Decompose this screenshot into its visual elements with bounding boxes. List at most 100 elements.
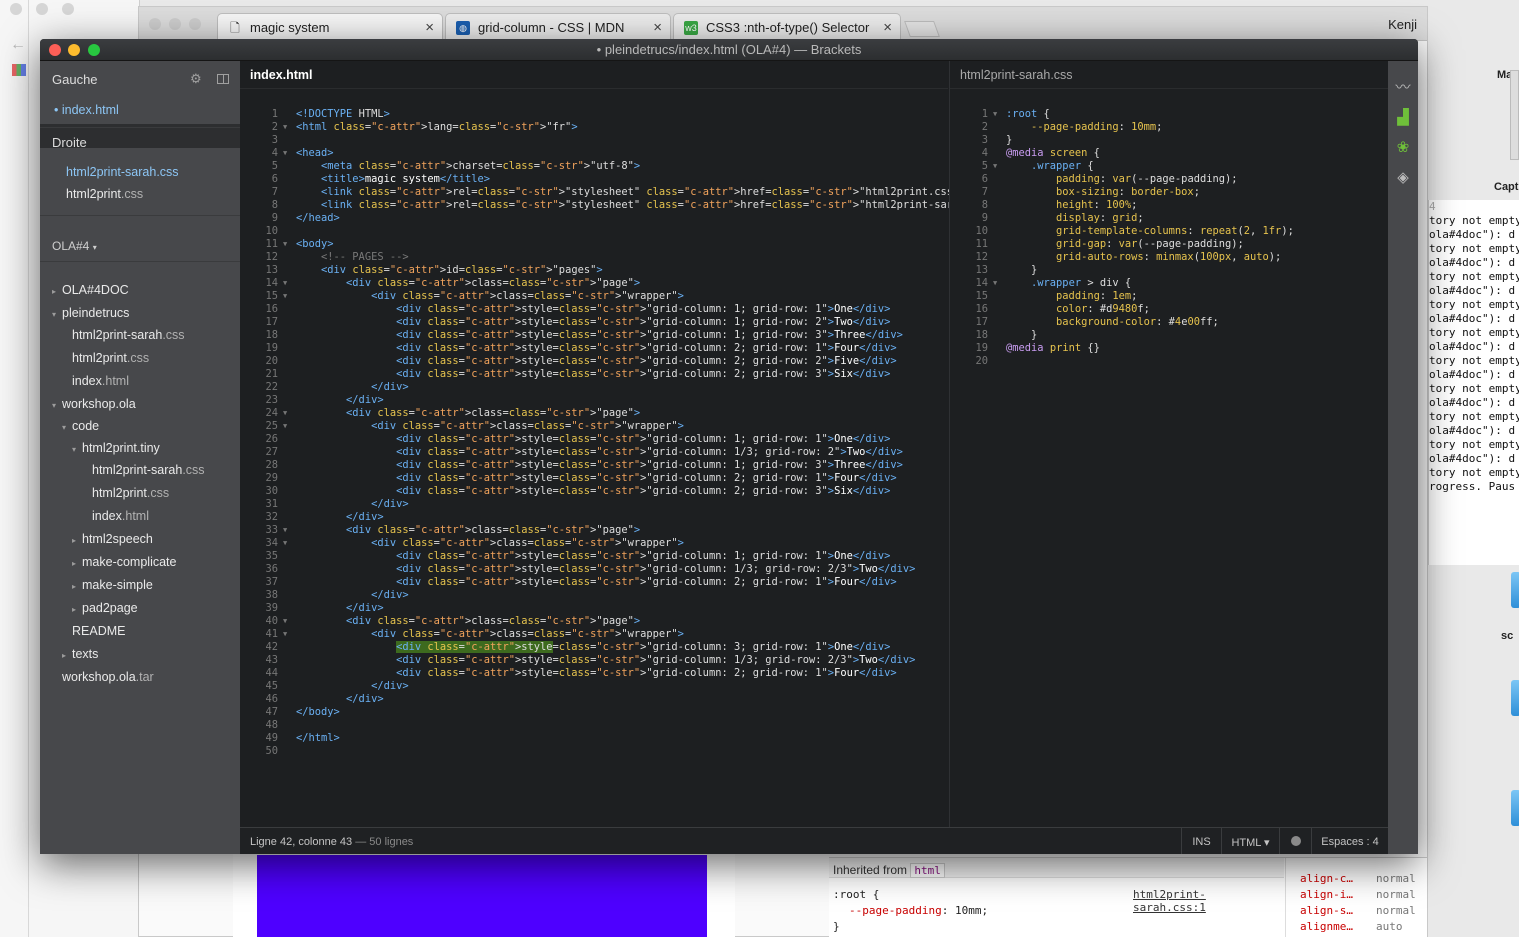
back-arrow-icon[interactable]: ← <box>10 36 26 54</box>
fold-arrow-icon[interactable]: ▼ <box>283 524 287 537</box>
new-tab-button[interactable] <box>904 21 940 37</box>
line-number: 23 <box>265 394 278 406</box>
computed-styles: align-c… normal align-i… normal align-s… no… <box>1285 858 1427 937</box>
css-property[interactable]: --page-padding <box>849 904 942 917</box>
line-number: 4 <box>271 147 278 159</box>
tree-file[interactable]: index.html <box>72 374 129 388</box>
tree-folder[interactable]: workshop.ola <box>62 397 136 411</box>
fold-arrow-icon[interactable]: ▼ <box>283 407 287 420</box>
folder-icon[interactable] <box>1511 790 1519 826</box>
line-number: 37 <box>265 576 278 588</box>
apps-grid-icon[interactable] <box>12 64 26 76</box>
tree-folder[interactable]: make-simple <box>82 578 153 592</box>
inherited-tag[interactable]: html <box>910 863 945 878</box>
expand-arrow-icon[interactable]: ▸ <box>72 559 76 568</box>
line-number: 1 <box>981 108 988 120</box>
insert-mode-toggle[interactable]: INS <box>1181 828 1221 854</box>
expand-arrow-icon[interactable]: ▾ <box>62 423 66 432</box>
extension-manager-icon[interactable]: ▟ <box>1394 109 1412 127</box>
fold-arrow-icon[interactable]: ▼ <box>283 238 287 251</box>
layers-icon[interactable]: ◈ <box>1394 169 1412 187</box>
folder-icon[interactable] <box>1511 680 1519 716</box>
fold-arrow-icon[interactable]: ▼ <box>283 615 287 628</box>
expand-arrow-icon[interactable]: ▸ <box>72 536 76 545</box>
editor-pane-right[interactable]: html2print-sarah.css 1 ▼:root {2 --page-p… <box>949 61 1388 827</box>
tree-folder[interactable]: html2speech <box>82 532 153 546</box>
line-number: 43 <box>265 654 278 666</box>
fold-arrow-icon[interactable]: ▼ <box>283 121 287 134</box>
tree-folder[interactable]: html2print.tiny <box>82 441 160 455</box>
tree-folder[interactable]: pleindetrucs <box>62 306 129 320</box>
expand-arrow-icon[interactable]: ▸ <box>72 605 76 614</box>
live-preview-icon[interactable]: 〰 <box>1394 79 1412 97</box>
tree-folder[interactable]: make-complicate <box>82 555 176 569</box>
line-number: 5 <box>981 160 988 172</box>
close-tab-icon[interactable]: × <box>653 19 662 36</box>
tree-file[interactable]: html2print-sarah.css <box>72 328 185 342</box>
console-line: tory not empty <box>1429 214 1519 227</box>
split-view-icon[interactable] <box>217 74 229 84</box>
window-title: • pleindetrucs/index.html (OLA#4) — Brac… <box>596 42 862 57</box>
expand-arrow-icon[interactable]: ▾ <box>72 445 76 454</box>
fold-arrow-icon[interactable]: ▼ <box>283 147 287 160</box>
console-line: ola#4doc"): d <box>1429 452 1516 465</box>
working-file-sarah-css[interactable]: html2print-sarah.css <box>66 165 179 179</box>
fold-arrow-icon[interactable]: ▼ <box>283 537 287 550</box>
browser-tab-mdn[interactable]: ◍ grid-column - CSS | MDN × <box>445 13 671 41</box>
page-preview <box>233 853 735 937</box>
expand-arrow-icon[interactable]: ▾ <box>52 401 56 410</box>
fold-arrow-icon[interactable]: ▼ <box>993 277 997 290</box>
browser-close-icon[interactable] <box>149 18 161 30</box>
working-files-right-label: Droite <box>52 135 87 150</box>
fold-arrow-icon[interactable]: ▼ <box>283 277 287 290</box>
tree-folder[interactable]: pad2page <box>82 601 138 615</box>
fold-arrow-icon[interactable]: ▼ <box>993 108 997 121</box>
project-dropdown[interactable]: OLA#4 ▾ <box>52 239 97 253</box>
browser-tab-magic-system[interactable]: 🗋 magic system × <box>217 13 443 41</box>
extension-gift-icon[interactable]: ❀ <box>1394 139 1412 157</box>
line-number: 24 <box>265 407 278 419</box>
tree-folder[interactable]: OLA#4DOC <box>62 283 129 297</box>
tree-file[interactable]: html2print.css <box>92 486 169 500</box>
fold-arrow-icon[interactable]: ▼ <box>283 628 287 641</box>
close-tab-icon[interactable]: × <box>883 19 892 36</box>
desktop-label[interactable]: sc <box>1501 630 1513 642</box>
tree-file[interactable]: workshop.ola.tar <box>62 670 154 684</box>
fold-arrow-icon[interactable]: ▼ <box>993 160 997 173</box>
browser-zoom-icon[interactable] <box>189 18 201 30</box>
brackets-window: • pleindetrucs/index.html (OLA#4) — Brac… <box>40 39 1418 854</box>
css-value[interactable]: : 10mm; <box>942 904 988 917</box>
expand-arrow-icon[interactable]: ▾ <box>52 310 56 319</box>
line-number: 11 <box>975 238 988 250</box>
tree-folder[interactable]: code <box>72 419 99 433</box>
indentation-select[interactable]: Espaces : 4 <box>1311 828 1388 854</box>
expand-arrow-icon[interactable]: ▸ <box>52 287 56 296</box>
line-number: 17 <box>975 316 988 328</box>
tree-folder[interactable]: texts <box>72 647 98 661</box>
language-select[interactable]: HTML ▾ <box>1221 828 1279 854</box>
rule-source-link[interactable]: html2print-sarah.css:1 <box>1133 888 1206 914</box>
tree-file[interactable]: html2print-sarah.css <box>92 463 205 477</box>
working-file-index-html[interactable]: • index.html <box>54 103 119 117</box>
expand-arrow-icon[interactable]: ▸ <box>62 651 66 660</box>
cursor-position[interactable]: Ligne 42, colonne 43 <box>250 836 352 848</box>
user-name[interactable]: Kenji <box>1388 17 1417 32</box>
editor-pane-left[interactable]: index.html 1 <!DOCTYPE HTML> 2 ▼ <html class… <box>240 61 1003 827</box>
close-tab-icon[interactable]: × <box>425 19 434 36</box>
linter-status[interactable] <box>1279 828 1311 854</box>
line-number: 48 <box>265 719 278 731</box>
fold-arrow-icon[interactable]: ▼ <box>283 420 287 433</box>
tree-file[interactable]: html2print.css <box>72 351 149 365</box>
tree-file[interactable]: index.html <box>92 509 149 523</box>
desktop-thumbnail[interactable] <box>1510 70 1519 160</box>
folder-icon[interactable] <box>1511 572 1519 608</box>
working-file-html2print-css[interactable]: html2print.css <box>66 187 143 201</box>
expand-arrow-icon[interactable]: ▸ <box>72 582 76 591</box>
gear-icon[interactable]: ⚙ <box>190 71 202 87</box>
browser-tab-nth-of-type[interactable]: w3 CSS3 :nth-of-type() Selector × <box>673 13 901 41</box>
tree-file[interactable]: README <box>72 624 125 638</box>
desktop-label[interactable]: Capt <box>1494 181 1518 193</box>
line-number: 12 <box>265 251 278 263</box>
browser-minimize-icon[interactable] <box>169 18 181 30</box>
fold-arrow-icon[interactable]: ▼ <box>283 290 287 303</box>
